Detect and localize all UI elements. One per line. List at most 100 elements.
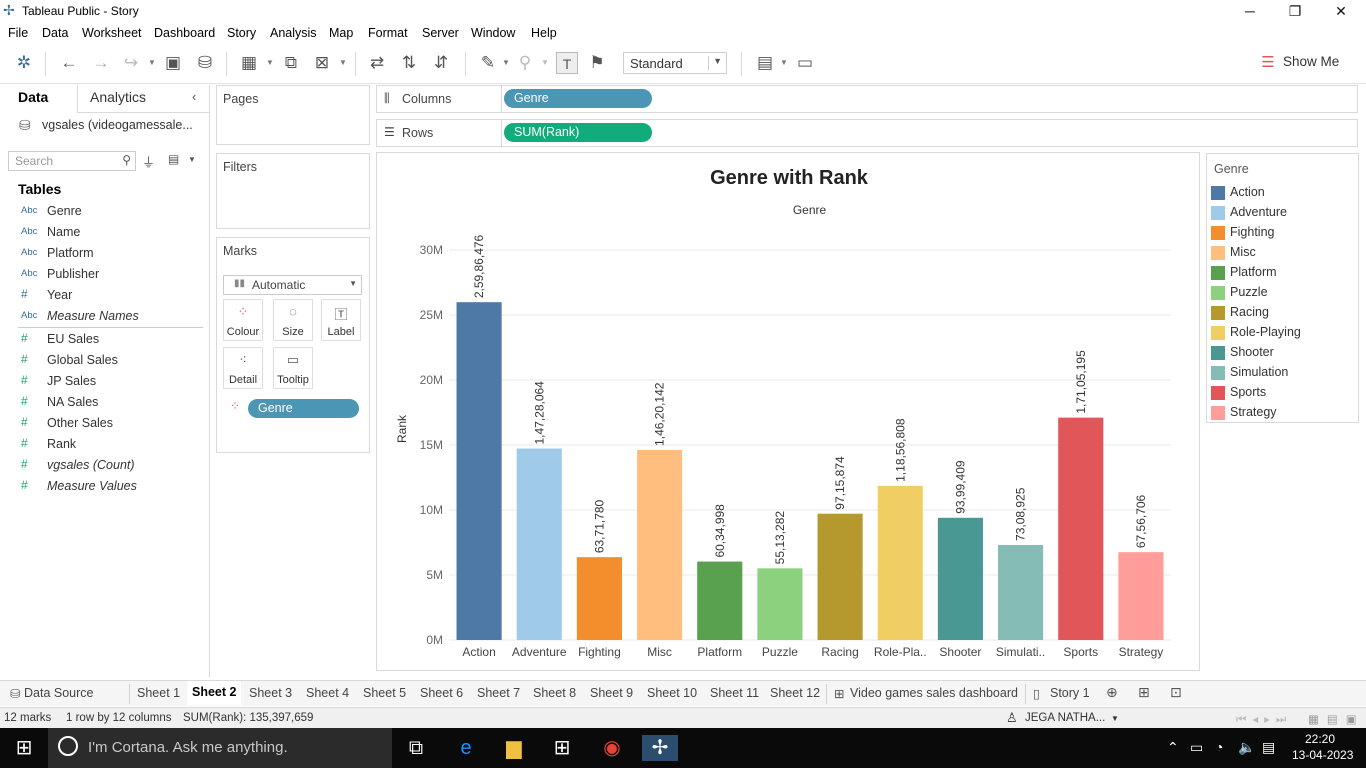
- legend-item[interactable]: Sports: [1211, 383, 1356, 403]
- replay-dropdown-icon[interactable]: ▼: [148, 58, 156, 67]
- filters-card[interactable]: Filters: [216, 153, 370, 229]
- legend-item[interactable]: Platform: [1211, 263, 1356, 283]
- notifications-icon[interactable]: ▤: [1262, 739, 1275, 756]
- swap-rows-columns-icon[interactable]: ⇄: [366, 52, 388, 74]
- field-jp-sales[interactable]: # JP Sales: [0, 372, 205, 392]
- view-options-dropdown-icon[interactable]: ▼: [188, 155, 196, 164]
- edge-icon[interactable]: e: [448, 735, 484, 761]
- show-mark-labels-icon[interactable]: T: [556, 52, 578, 74]
- fit-select[interactable]: Standard ▼: [623, 52, 727, 74]
- show-me-icon[interactable]: ☰: [1257, 52, 1279, 74]
- columns-genre-pill[interactable]: Genre: [504, 89, 652, 108]
- duplicate-sheet-icon[interactable]: ⧉: [280, 52, 302, 74]
- bar[interactable]: [937, 517, 983, 640]
- size-button[interactable]: ◌ Size: [273, 299, 313, 341]
- sheet-navigation-icon[interactable]: ⏮◂▸⏭: [1236, 712, 1292, 727]
- new-worksheet-dropdown-icon[interactable]: ▼: [266, 58, 274, 67]
- legend-item[interactable]: Misc: [1211, 243, 1356, 263]
- menu-analysis[interactable]: Analysis: [270, 26, 317, 40]
- menu-format[interactable]: Format: [368, 26, 408, 40]
- tab-data-source[interactable]: Data Source: [24, 686, 93, 700]
- presentation-mode-icon[interactable]: ▭: [794, 52, 816, 74]
- minimize-button[interactable]: ─: [1227, 0, 1273, 22]
- new-worksheet-tab-icon[interactable]: ⊕: [1106, 684, 1118, 701]
- user-name[interactable]: JEGA NATHA...: [1025, 712, 1105, 724]
- bar[interactable]: [516, 448, 562, 640]
- mark-type-select[interactable]: ▮▮ Automatic ▼: [223, 275, 362, 295]
- bar[interactable]: [576, 557, 622, 640]
- bar[interactable]: [456, 302, 502, 640]
- sort-descending-icon[interactable]: ⇵: [430, 52, 452, 74]
- new-worksheet-icon[interactable]: ▦: [238, 52, 260, 74]
- clear-sheet-dropdown-icon[interactable]: ▼: [339, 58, 347, 67]
- view-toggle-icon[interactable]: ▦▤▣: [1308, 712, 1365, 726]
- chrome-icon[interactable]: ◉: [594, 735, 630, 761]
- group-members-icon[interactable]: ⚲: [514, 52, 536, 74]
- tooltip-button[interactable]: ▭ Tooltip: [273, 347, 313, 389]
- bar[interactable]: [998, 544, 1044, 640]
- label-button[interactable]: 🅃 Label: [321, 299, 361, 341]
- store-icon[interactable]: ⊞: [544, 735, 580, 761]
- legend-item[interactable]: Role-Playing: [1211, 323, 1356, 343]
- bar[interactable]: [1118, 552, 1164, 640]
- marks-genre-pill[interactable]: Genre: [248, 399, 359, 418]
- menu-server[interactable]: Server: [422, 26, 459, 40]
- detail-button[interactable]: ⁖ Detail: [223, 347, 263, 389]
- tableau-start-icon[interactable]: ✲: [13, 52, 35, 74]
- tab-sheet-6[interactable]: Sheet 6: [420, 686, 463, 700]
- bar[interactable]: [757, 568, 803, 640]
- colour-button[interactable]: ⁘ Colour: [223, 299, 263, 341]
- field-measure-names[interactable]: Abc Measure Names: [0, 307, 205, 327]
- view-options-icon[interactable]: ▤: [168, 152, 179, 166]
- field-na-sales[interactable]: # NA Sales: [0, 393, 205, 413]
- tab-sheet-3[interactable]: Sheet 3: [249, 686, 292, 700]
- windows-start-icon[interactable]: ⊞: [6, 735, 42, 761]
- undo-icon[interactable]: ←: [58, 52, 80, 74]
- show-cards-dropdown-icon[interactable]: ▼: [780, 58, 788, 67]
- tab-sheet-12[interactable]: Sheet 12: [770, 686, 820, 700]
- field-rank[interactable]: # Rank: [0, 435, 205, 455]
- menu-worksheet[interactable]: Worksheet: [82, 26, 142, 40]
- datasource-name[interactable]: vgsales (videogamessale...: [42, 118, 193, 132]
- save-icon[interactable]: ▣: [162, 52, 184, 74]
- replay-icon[interactable]: ↪: [120, 52, 142, 74]
- collapse-pane-icon[interactable]: ‹: [192, 89, 196, 104]
- restore-button[interactable]: ❐: [1272, 0, 1318, 22]
- task-view-icon[interactable]: ⧉: [398, 735, 434, 761]
- rows-sum-rank-pill[interactable]: SUM(Rank): [504, 123, 652, 142]
- tab-data[interactable]: Data: [18, 89, 48, 105]
- field-year[interactable]: # Year: [0, 286, 205, 306]
- menu-dashboard[interactable]: Dashboard: [154, 26, 215, 40]
- volume-icon[interactable]: 🔈: [1238, 739, 1255, 756]
- menu-help[interactable]: Help: [531, 26, 557, 40]
- tab-sheet-11[interactable]: Sheet 11: [710, 686, 759, 700]
- group-dropdown-icon[interactable]: ▼: [541, 58, 549, 67]
- field-name[interactable]: Abc Name: [0, 223, 205, 243]
- legend-item[interactable]: Simulation: [1211, 363, 1356, 383]
- columns-shelf[interactable]: ⫼ Columns Genre: [376, 85, 1358, 113]
- menu-story[interactable]: Story: [227, 26, 256, 40]
- wifi-icon[interactable]: ◔: [1215, 739, 1223, 755]
- legend-item[interactable]: Racing: [1211, 303, 1356, 323]
- show-cards-icon[interactable]: ▤: [754, 52, 776, 74]
- file-explorer-icon[interactable]: ▆: [496, 735, 532, 761]
- bar[interactable]: [817, 513, 863, 640]
- search-input[interactable]: Search ⚲: [8, 151, 136, 171]
- legend-item[interactable]: Adventure: [1211, 203, 1356, 223]
- tab-video-games-sales-dashboard[interactable]: Video games sales dashboard: [850, 686, 1018, 700]
- legend-item[interactable]: Fighting: [1211, 223, 1356, 243]
- field-genre[interactable]: Abc Genre: [0, 202, 205, 222]
- show-me-button[interactable]: Show Me: [1283, 54, 1339, 69]
- tab-sheet-9[interactable]: Sheet 9: [590, 686, 633, 700]
- legend-item[interactable]: Shooter: [1211, 343, 1356, 363]
- tab-sheet-7[interactable]: Sheet 7: [477, 686, 520, 700]
- field-global-sales[interactable]: # Global Sales: [0, 351, 205, 371]
- tab-sheet-10[interactable]: Sheet 10: [647, 686, 697, 700]
- pages-card[interactable]: Pages: [216, 85, 370, 145]
- battery-icon[interactable]: ▭: [1190, 739, 1203, 756]
- tableau-taskbar-icon[interactable]: ✢: [642, 735, 678, 761]
- rows-shelf[interactable]: ☰ Rows SUM(Rank): [376, 119, 1358, 147]
- add-datasource-icon[interactable]: ⛁: [194, 52, 216, 74]
- bar[interactable]: [697, 561, 743, 640]
- highlight-icon[interactable]: ✎: [477, 52, 499, 74]
